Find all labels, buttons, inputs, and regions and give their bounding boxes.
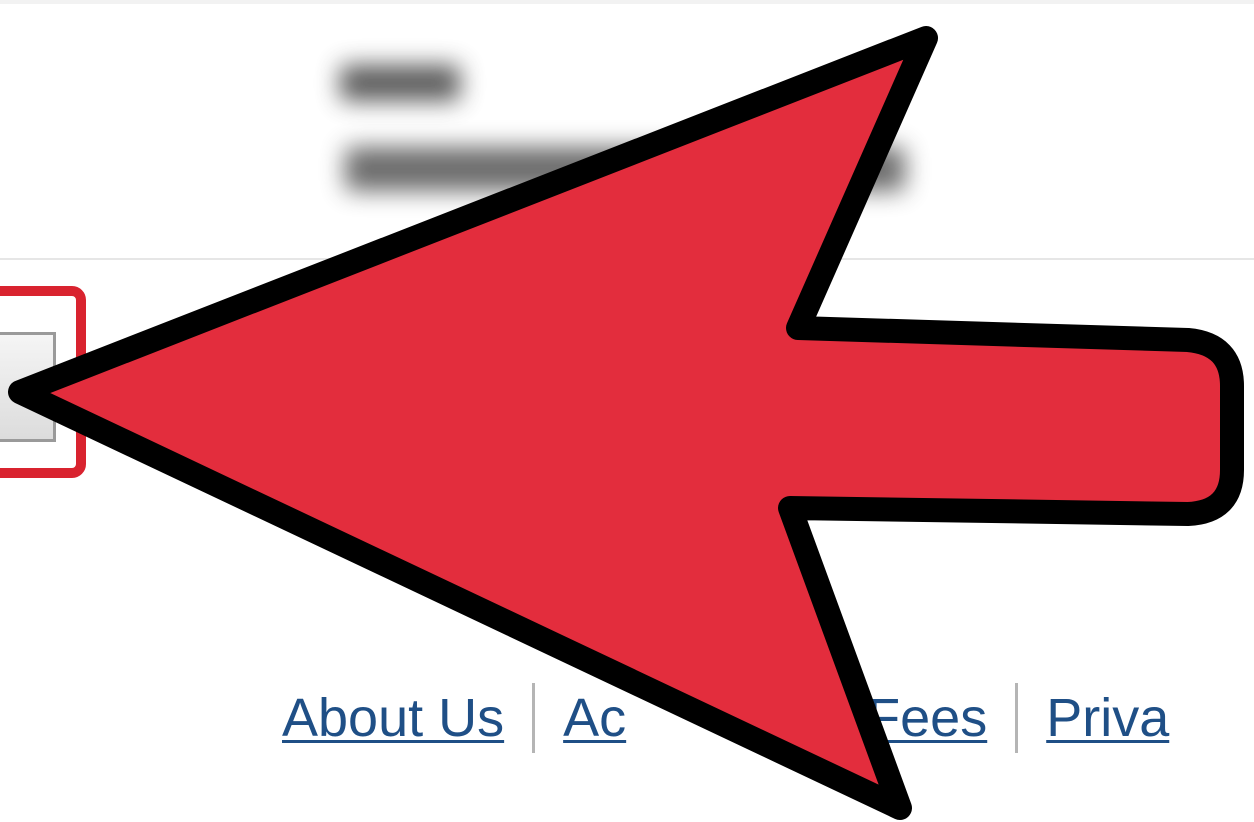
section-divider bbox=[0, 258, 1254, 260]
footer-link-about-us[interactable]: About Us bbox=[282, 687, 504, 749]
blurred-text-line bbox=[340, 65, 460, 101]
footer-link-fees[interactable]: Fees bbox=[867, 687, 987, 749]
top-divider bbox=[0, 0, 1254, 4]
blurred-text-line bbox=[345, 147, 905, 191]
action-button[interactable] bbox=[0, 332, 56, 442]
footer-separator bbox=[1015, 683, 1019, 753]
footer-separator bbox=[532, 683, 536, 753]
blurred-account-info bbox=[320, 55, 940, 220]
footer-link-account[interactable]: Ac bbox=[563, 687, 626, 749]
page: About Us Ac Fees Priva bbox=[0, 0, 1254, 822]
footer-links: About Us Ac Fees Priva bbox=[282, 683, 1169, 753]
footer-separator bbox=[836, 683, 840, 753]
footer-link-privacy[interactable]: Priva bbox=[1046, 687, 1169, 749]
